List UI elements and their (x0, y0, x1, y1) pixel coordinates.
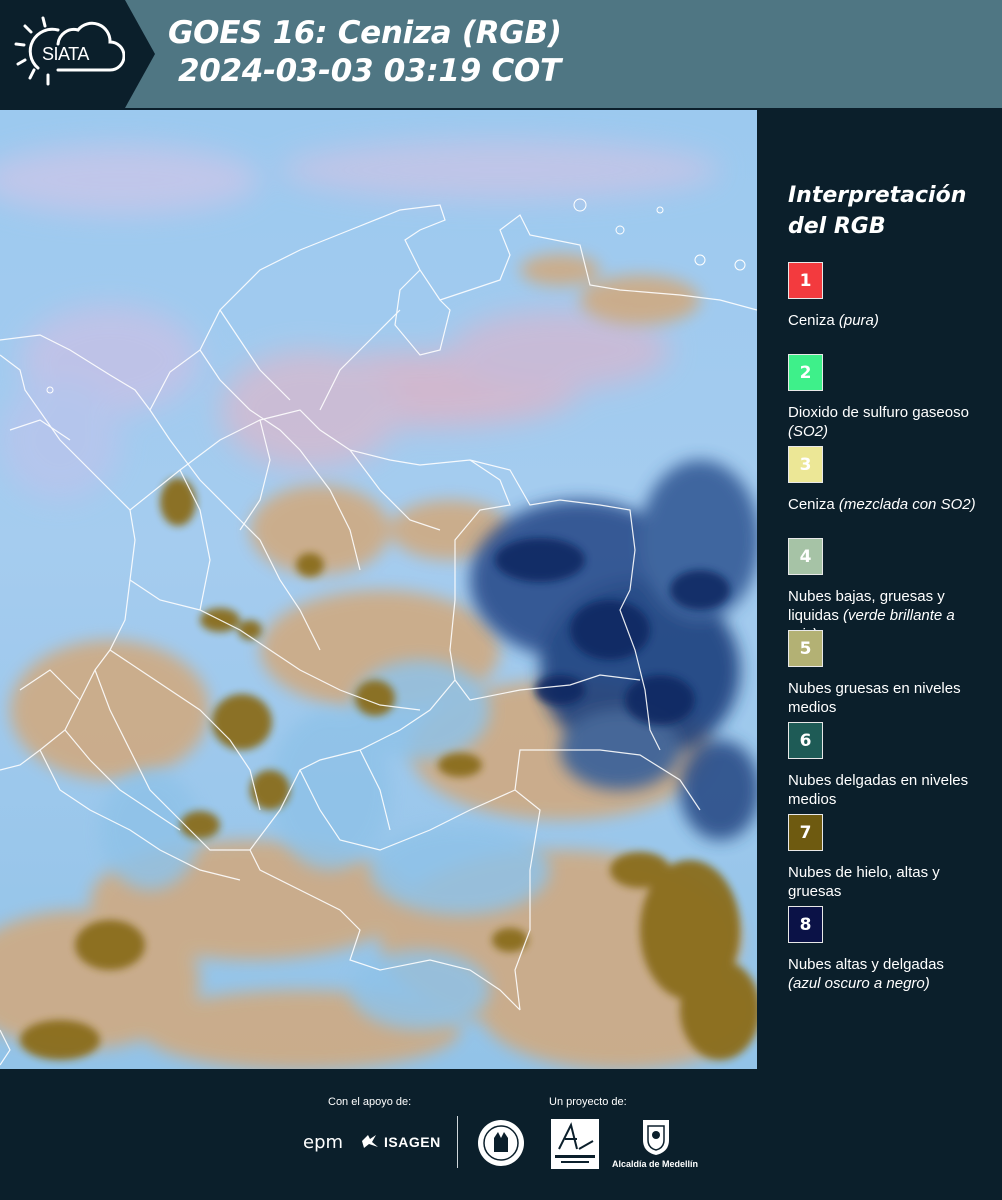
legend-label-note: (azul oscuro a negro) (788, 975, 930, 992)
legend-item: 1 Ceniza (pura) (788, 262, 988, 354)
legend-swatch: 7 (788, 814, 823, 851)
legend-panel: Interpretación del RGB 1 Ceniza (pura) 2 Di… (788, 180, 988, 998)
title-product: GOES 16: Ceniza (RGB) (168, 15, 562, 51)
legend-label-note: (SO2) (788, 423, 829, 440)
legend-item: 6 Nubes delgadas en niveles medios (788, 722, 988, 814)
footer: Con el apoyo de: Un proyecto de: epm ISA… (0, 1070, 1002, 1200)
legend-item: 3 Ceniza (mezclada con SO2) (788, 446, 988, 538)
support-label: Con el apoyo de: (328, 1096, 412, 1108)
legend-label-text: Nubes delgadas en niveles medios (788, 772, 969, 808)
legend-title-line2: del RGB (788, 214, 886, 239)
siata-wordmark: SIATA (42, 44, 89, 64)
legend-label: Dioxido de sulfuro gaseoso (SO2) (788, 403, 978, 441)
legend-label-text: Nubes gruesas en niveles medios (788, 680, 961, 716)
legend-item: 2 Dioxido de sulfuro gaseoso (SO2) (788, 354, 988, 446)
legend-label-note: (mezclada con SO2) (838, 496, 976, 513)
legend-label-note: (pura) (838, 312, 879, 329)
legend-label-text: Ceniza (788, 496, 839, 513)
legend-item: 7 Nubes de hielo, altas y gruesas (788, 814, 988, 906)
legend-label: Nubes de hielo, altas y gruesas (788, 863, 978, 901)
project-label: Un proyecto de: (549, 1096, 627, 1108)
legend-swatch: 5 (788, 630, 823, 667)
epm-logo: epm (303, 1132, 344, 1153)
gobernacion-seal-icon (478, 1120, 524, 1166)
legend-swatch: 3 (788, 446, 823, 483)
isagen-mark-icon (362, 1135, 378, 1148)
satellite-map (0, 110, 757, 1069)
alcaldia-shield-icon (643, 1120, 669, 1155)
legend-label: Nubes gruesas en niveles medios (788, 679, 978, 717)
siata-logo: SIATA (0, 0, 155, 108)
legend-swatch: 8 (788, 906, 823, 943)
satellite-image (0, 110, 757, 1069)
legend-label-text: Nubes de hielo, altas y gruesas (788, 864, 940, 900)
legend-swatch: 2 (788, 354, 823, 391)
alcaldia-label: Alcaldía de Medellín (612, 1159, 699, 1169)
legend-title: Interpretación del RGB (788, 180, 988, 242)
title-datetime: 2024-03-03 03:19 COT (178, 53, 561, 89)
legend-item: 4 Nubes bajas, gruesas y liquidas (verde … (788, 538, 988, 643)
header-bar: SIATA GOES 16: Ceniza (RGB) 2024-03-03 0… (0, 0, 1002, 108)
legend-swatch: 4 (788, 538, 823, 575)
footer-divider (457, 1116, 458, 1168)
legend-label-text: Ceniza (788, 312, 839, 329)
legend-swatch: 1 (788, 262, 823, 299)
legend-swatch: 6 (788, 722, 823, 759)
isagen-logo: ISAGEN (384, 1134, 441, 1150)
legend-label: Nubes delgadas en niveles medios (788, 771, 978, 809)
area-metropolitana-logo-icon (551, 1119, 599, 1169)
legend-label: Ceniza (mezclada con SO2) (788, 495, 978, 514)
legend-label-text: Nubes altas y delgadas (788, 956, 944, 973)
legend-title-line1: Interpretación (788, 183, 967, 208)
legend-item: 8 Nubes altas y delgadas (azul oscuro a n… (788, 906, 988, 998)
legend-list: 1 Ceniza (pura) 2 Dioxido de sulfuro gaseos… (788, 262, 988, 998)
legend-label: Ceniza (pura) (788, 311, 978, 330)
page-title: GOES 16: Ceniza (RGB) 2024-03-03 03:19 C… (168, 14, 562, 90)
legend-label: Nubes altas y delgadas (azul oscuro a ne… (788, 955, 978, 993)
legend-label-text: Dioxido de sulfuro gaseoso (788, 404, 969, 421)
legend-item: 5 Nubes gruesas en niveles medios (788, 630, 988, 722)
